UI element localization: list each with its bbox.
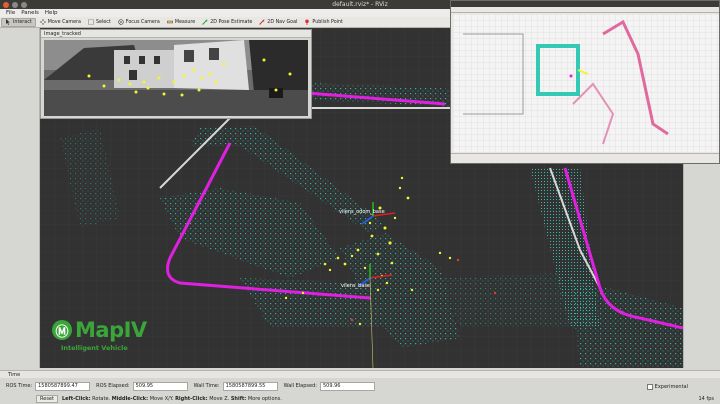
rviz-window: default.rviz* - RViz File Panels Help In… xyxy=(0,0,720,404)
time-panel: ROS Time: 1580587899.47 ROS Elapsed: 509… xyxy=(0,379,720,393)
publish-point-icon xyxy=(305,19,310,25)
tool-pose-estimate-button[interactable]: 2D Pose Estimate xyxy=(199,18,255,27)
secondary-toolbar xyxy=(451,7,719,13)
wall-time-label: Wall Time: xyxy=(193,383,220,389)
select-icon xyxy=(88,19,94,25)
ros-elapsed-field[interactable]: 509.95 xyxy=(132,381,188,391)
experimental-label: Experimental xyxy=(654,384,688,390)
tool-publish-point-button[interactable]: Publish Point xyxy=(301,18,346,27)
wall-elapsed-field[interactable]: 509.96 xyxy=(319,381,375,391)
tool-label: Measure xyxy=(174,19,196,25)
experimental-toggle[interactable]: Experimental xyxy=(646,384,688,390)
tool-label: Interact xyxy=(13,19,32,25)
ros-time-label: ROS Time: xyxy=(6,383,33,389)
pose-estimate-icon xyxy=(202,19,208,25)
logo-name: MapIV xyxy=(75,318,147,342)
mapiv-logo: Ⓜ MapIV xyxy=(52,318,147,342)
tool-nav-goal-button[interactable]: 2D Nav Goal xyxy=(256,18,300,27)
secondary-map-view[interactable] xyxy=(453,14,719,152)
tool-move-camera-button[interactable]: Move Camera xyxy=(37,18,84,27)
tool-label: Select xyxy=(95,19,111,25)
fps-counter: 14 fps xyxy=(698,396,715,402)
experimental-checkbox[interactable] xyxy=(646,384,653,390)
tool-label: 2D Nav Goal xyxy=(267,19,298,25)
top-down-map xyxy=(453,14,719,152)
image-panel-title: Image_tracked xyxy=(41,30,311,38)
menu-panels[interactable]: Panels xyxy=(21,9,39,17)
time-panel-title: Time xyxy=(8,371,21,378)
ros-elapsed-label: ROS Elapsed: xyxy=(96,383,130,389)
street-image xyxy=(44,40,308,116)
reset-button[interactable]: Reset xyxy=(36,395,58,403)
tool-measure-button[interactable]: Measure xyxy=(164,18,198,27)
tool-label: Publish Point xyxy=(312,19,343,25)
frame-label-base: vilens_base xyxy=(341,283,371,289)
wall-time-field[interactable]: 1580587899.55 xyxy=(222,381,278,391)
tool-select-button[interactable]: Select xyxy=(85,18,114,27)
nav-goal-icon xyxy=(259,19,265,25)
menu-help[interactable]: Help xyxy=(45,9,58,17)
image-tracked-panel[interactable]: Image_tracked xyxy=(40,29,312,119)
secondary-status-bar xyxy=(451,153,719,163)
camera-image xyxy=(44,40,308,116)
tool-label: 2D Pose Estimate xyxy=(210,19,253,25)
tool-label: Focus Camera xyxy=(125,19,160,25)
time-panel-header: Time xyxy=(0,370,720,378)
measure-icon xyxy=(166,20,173,24)
move-camera-icon xyxy=(39,19,46,25)
focus-camera-icon xyxy=(118,19,124,25)
menu-file[interactable]: File xyxy=(6,9,15,17)
wall-elapsed-label: Wall Elapsed: xyxy=(283,383,317,389)
frame-label-odom: vilens_odom_base xyxy=(339,209,385,215)
tool-label: Move Camera xyxy=(47,19,81,25)
mouse-hint: Left-Click: Rotate. Middle-Click: Move X… xyxy=(61,396,282,402)
status-bar: Reset Left-Click: Rotate. Middle-Click: … xyxy=(0,394,720,404)
secondary-map-window[interactable] xyxy=(450,0,720,164)
ros-time-field[interactable]: 1580587899.47 xyxy=(35,381,91,391)
left-dock xyxy=(0,28,40,368)
tool-focus-camera-button[interactable]: Focus Camera xyxy=(115,18,163,27)
tool-interact-button[interactable]: Interact xyxy=(1,17,36,27)
logo-tagline: Intelligent Vehicle xyxy=(61,344,128,352)
mapiv-logo-mark: Ⓜ xyxy=(52,320,72,340)
interact-icon xyxy=(6,19,10,25)
